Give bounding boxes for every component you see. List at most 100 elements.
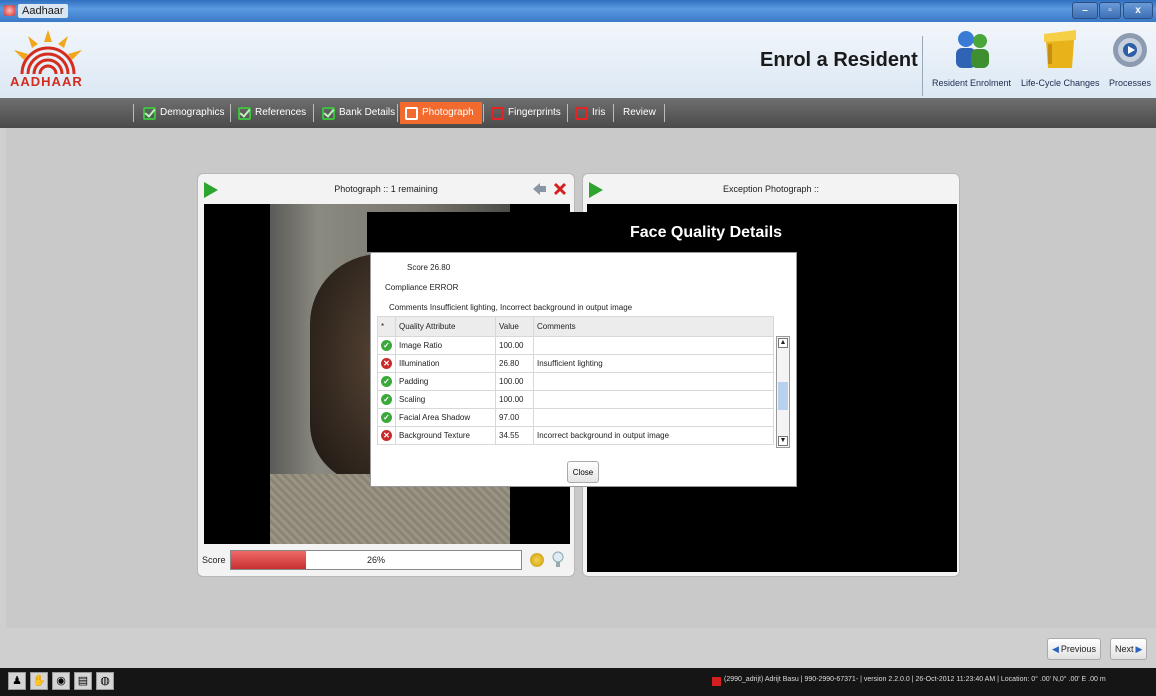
delete-icon[interactable] [552, 181, 568, 197]
next-button[interactable]: Next ▶ [1110, 638, 1148, 660]
status-info: (2990_adrijt) Adrijt Basu | 990-2990-673… [724, 676, 1106, 683]
quality-table: * Quality Attribute Value Comments ✓ Imag… [377, 316, 774, 445]
back-arrow-icon[interactable] [531, 181, 547, 197]
table-row[interactable]: ✓ Image Ratio 100.00 [377, 336, 774, 355]
error-icon: ✕ [381, 358, 392, 369]
status-cell: ✓ [377, 408, 396, 427]
tab-bank-details[interactable]: Bank Details [317, 102, 400, 124]
status-cell: ✕ [377, 426, 396, 445]
tab-divider [664, 104, 665, 122]
header-divider [922, 36, 923, 96]
restore-button[interactable]: ▫ [1099, 2, 1121, 19]
check-icon: ✓ [381, 412, 392, 423]
status-version: version 2.2.0.0 [863, 676, 910, 683]
comment-cell: Incorrect background in output image [533, 426, 774, 445]
value-cell: 26.80 [495, 354, 534, 373]
status-operator: (2990_adrijt) Adrijt Basu [724, 676, 799, 683]
status-cell: ✓ [377, 372, 396, 391]
next-label: Next [1115, 644, 1134, 654]
comment-cell: Insufficient lighting [533, 354, 774, 373]
status-station: 990-2990-67371- [804, 676, 859, 683]
attribute-cell: Padding [395, 372, 496, 391]
tab-divider [567, 104, 568, 122]
table-row[interactable]: ✕ Background Texture 34.55 Incorrect backgr… [377, 426, 774, 445]
hand-icon[interactable]: ✋ [30, 672, 48, 690]
printer-icon[interactable]: ▤ [74, 672, 92, 690]
close-window-button[interactable]: x [1123, 2, 1153, 19]
scroll-thumb[interactable] [778, 382, 788, 410]
checkbox-incomplete-icon [491, 106, 504, 120]
table-row[interactable]: ✓ Scaling 100.00 [377, 390, 774, 409]
comment-cell [533, 408, 774, 427]
logo-text: AADHAAR [10, 74, 83, 89]
life-cycle-changes-button[interactable]: Life-Cycle Changes [1021, 28, 1100, 88]
tab-label: References [255, 107, 307, 118]
tab-fingerprints[interactable]: Fingerprints [486, 102, 566, 124]
value-cell: 100.00 [495, 372, 534, 391]
exception-panel-header: Exception Photograph :: [583, 174, 959, 204]
app-icon [4, 5, 15, 16]
tab-iris[interactable]: Iris [570, 102, 610, 124]
tab-divider [397, 104, 398, 122]
status-bar: ♟ ✋ ◉ ▤ ◍ (2990_adrijt) Adrijt Basu | 99… [0, 668, 1156, 696]
processes-label: Processes [1108, 78, 1152, 88]
column-header: Comments [533, 316, 774, 337]
processes-button[interactable]: Processes [1108, 28, 1152, 88]
status-cell: ✓ [377, 336, 396, 355]
comment-cell [533, 336, 774, 355]
check-icon: ✓ [381, 376, 392, 387]
tab-review[interactable]: Review [618, 102, 661, 124]
table-scrollbar[interactable]: ▲ ▼ [776, 336, 790, 448]
scroll-down-icon[interactable]: ▼ [778, 436, 788, 446]
tab-label: Iris [592, 107, 606, 118]
box-icon [1044, 30, 1077, 68]
people-icon [955, 31, 989, 68]
previous-button[interactable]: ◀ Previous [1047, 638, 1101, 660]
table-row[interactable]: ✓ Padding 100.00 [377, 372, 774, 391]
status-location: Location: 0° .00' N,0° .00' E .00 m [1000, 676, 1106, 683]
lightbulb-icon [552, 550, 564, 570]
check-icon: ✓ [381, 394, 392, 405]
tab-photograph[interactable]: Photograph [400, 102, 482, 124]
capture-play-icon[interactable] [204, 182, 218, 198]
attribute-cell: Illumination [395, 354, 496, 373]
value-cell: 97.00 [495, 408, 534, 427]
tab-references[interactable]: References [233, 102, 311, 124]
life-cycle-changes-label: Life-Cycle Changes [1021, 78, 1100, 88]
window-title: Aadhaar [18, 4, 68, 18]
dialog-title: Face Quality Details [630, 224, 783, 241]
previous-label: Previous [1060, 644, 1096, 654]
tab-label: Review [623, 107, 656, 118]
attribute-cell: Image Ratio [395, 336, 496, 355]
table-row[interactable]: ✓ Facial Area Shadow 97.00 [377, 408, 774, 427]
score-label: Score [202, 555, 226, 565]
value-cell: 100.00 [495, 336, 534, 355]
page-title: Enrol a Resident [760, 49, 918, 71]
tab-demographics[interactable]: Demographics [138, 102, 229, 124]
status-datetime: 26-Oct-2012 11:23:40 AM [915, 676, 996, 683]
scroll-up-icon[interactable]: ▲ [778, 338, 788, 348]
camera-icon[interactable]: ◍ [96, 672, 114, 690]
table-row[interactable]: ✕ Illumination 26.80 Insufficient lighting [377, 354, 774, 373]
eye-icon[interactable]: ◉ [52, 672, 70, 690]
capture-play-icon[interactable] [589, 182, 603, 198]
close-button[interactable]: Close [567, 461, 599, 483]
face-quality-dialog: Score 26.80 Compliance ERROR Comments In… [370, 252, 797, 487]
status-cell: ✕ [377, 354, 396, 373]
resident-enrolment-button[interactable]: Resident Enrolment [932, 28, 1011, 88]
window-titlebar: Aadhaar – ▫ x [0, 0, 1156, 22]
score-row: Score 26% [198, 548, 576, 572]
attribute-cell: Scaling [395, 390, 496, 409]
person-icon[interactable]: ♟ [8, 672, 26, 690]
value-cell: 34.55 [495, 426, 534, 445]
app-header: AADHAAR Enrol a Resident Resident Enrolm… [0, 22, 1156, 98]
compliance-line: Compliance ERROR [385, 283, 459, 292]
photograph-panel-header: Photograph :: 1 remaining [198, 174, 574, 204]
column-header: * [377, 316, 396, 337]
attribute-cell: Background Texture [395, 426, 496, 445]
score-line: Score 26.80 [407, 263, 451, 272]
column-header: Quality Attribute [395, 316, 496, 337]
status-indicator-icon [530, 553, 544, 567]
resident-enrolment-label: Resident Enrolment [932, 78, 1012, 88]
minimize-button[interactable]: – [1072, 2, 1098, 19]
